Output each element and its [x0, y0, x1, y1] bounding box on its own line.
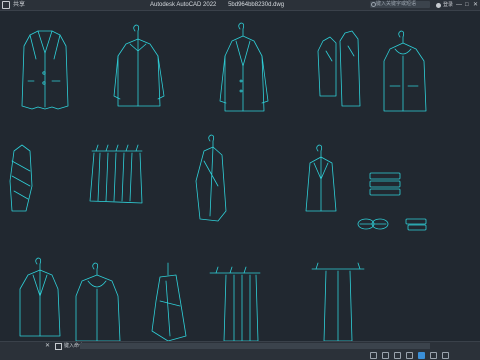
cad-drawing — [9, 22, 427, 342]
draped-garment-drawing — [9, 144, 33, 212]
user-icon — [436, 2, 441, 8]
hooded-jacket-drawing — [383, 30, 427, 112]
folded-towel-drawing — [405, 218, 427, 231]
grid-toggle-icon[interactable] — [370, 352, 377, 359]
sign-in-button[interactable]: 登录 — [436, 0, 453, 10]
search-icon — [371, 2, 376, 7]
search-input[interactable]: 键入关键字或短语 — [370, 1, 430, 8]
customize-icon[interactable] — [442, 352, 449, 359]
app-name: Autodesk AutoCAD 2022 — [150, 2, 217, 8]
app-menu-icon[interactable] — [2, 1, 10, 9]
search-placeholder: 键入关键字或短语 — [376, 1, 417, 7]
drawing-canvas[interactable] — [0, 11, 480, 342]
file-name: 5bd964bb8230d.dwg — [228, 2, 285, 8]
sign-in-label: 登录 — [443, 2, 454, 8]
window-title: Autodesk AutoCAD 2022 5bd964bb8230d.dwg — [150, 0, 294, 10]
ortho-toggle-icon[interactable] — [394, 352, 401, 359]
suit-jacket-drawing — [21, 30, 69, 110]
hanging-coat-drawing — [219, 22, 269, 112]
share-button[interactable]: 共享 — [13, 0, 25, 10]
shirt-rack-drawing — [89, 144, 143, 204]
command-close-button[interactable]: ✕ — [45, 342, 50, 350]
folded-stack-drawing — [369, 172, 401, 196]
minimize-button[interactable]: — — [456, 0, 462, 10]
hanging-jacket-drawing — [305, 144, 337, 212]
close-button[interactable]: ✕ — [473, 0, 478, 10]
snap-toggle-icon[interactable] — [382, 352, 389, 359]
hanging-trousers-drawing — [311, 262, 365, 342]
rolled-belt-drawing — [357, 218, 389, 230]
title-bar-left: 共享 — [2, 0, 25, 10]
folded-shirts-drawing — [317, 30, 361, 107]
title-bar: 共享 Autodesk AutoCAD 2022 5bd964bb8230d.d… — [0, 0, 480, 11]
command-input[interactable] — [80, 343, 430, 349]
annotation-icon[interactable] — [430, 352, 437, 359]
status-icons — [370, 352, 449, 359]
status-bar — [0, 350, 480, 360]
single-coat-drawing — [195, 134, 227, 222]
trousers-rack-drawing — [209, 266, 261, 342]
polar-toggle-icon[interactable] — [406, 352, 413, 359]
hanging-shirt-drawing — [113, 24, 165, 107]
workspace-icon[interactable] — [418, 352, 425, 359]
jacket-on-hanger-drawing — [19, 257, 61, 337]
command-line: ✕ 键入命令 — [0, 341, 480, 350]
maximize-button[interactable]: □ — [465, 0, 469, 10]
draped-cloth-drawing — [151, 262, 187, 342]
command-icon[interactable] — [55, 343, 62, 350]
hooded-coat-drawing — [75, 262, 121, 342]
